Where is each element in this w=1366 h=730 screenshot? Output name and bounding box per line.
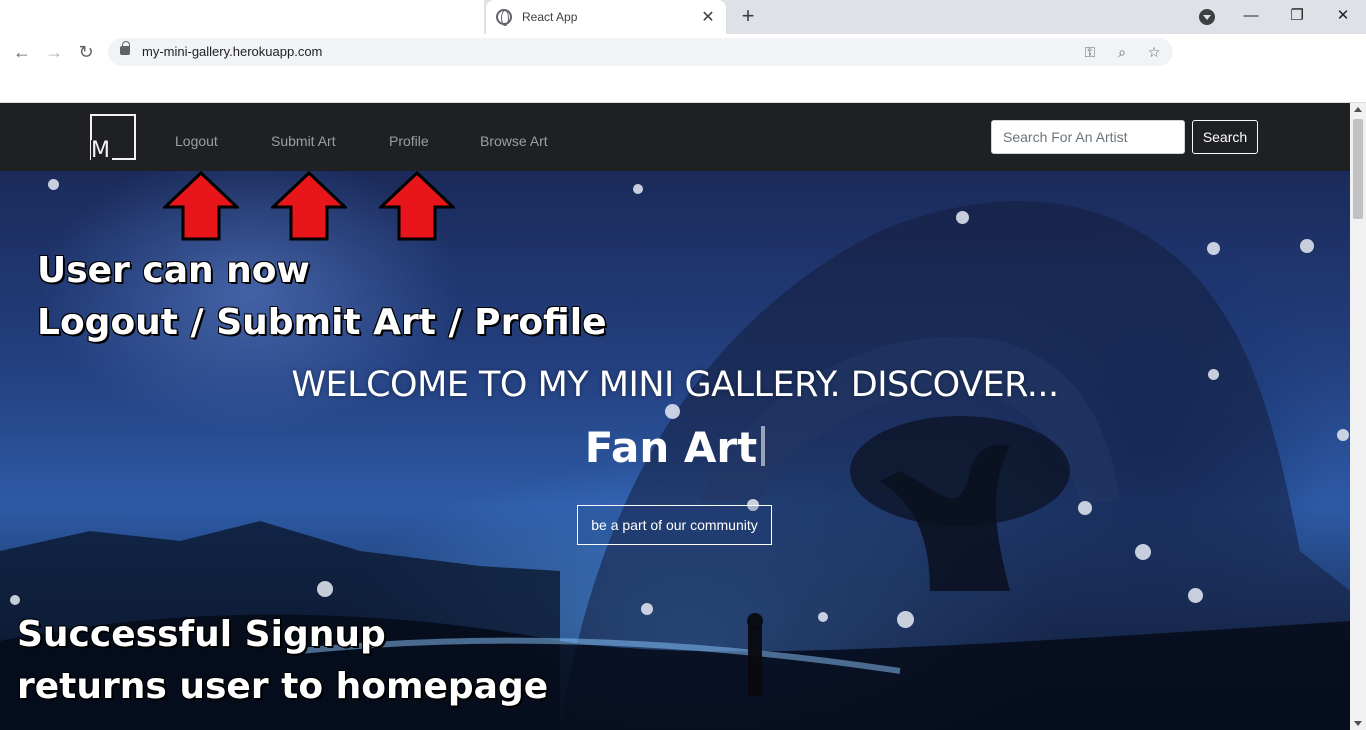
- tab-title: React App: [522, 10, 578, 24]
- snow-dot: [956, 211, 969, 224]
- snow-dot: [1135, 544, 1151, 560]
- snow-dot: [1207, 242, 1220, 255]
- community-cta-button[interactable]: be a part of our community: [577, 505, 772, 545]
- nav-logout-link[interactable]: Logout: [175, 133, 218, 149]
- arrow-up-icon: [163, 171, 239, 241]
- profile-dropdown-icon[interactable]: [1199, 9, 1215, 25]
- snow-dot: [1188, 588, 1203, 603]
- page-viewport: M Logout Submit Art Profile Browse Art S…: [0, 103, 1350, 730]
- reload-button[interactable]: ↻: [74, 40, 98, 64]
- annotation-bottom: Successful Signup returns user to homepa…: [17, 609, 548, 713]
- site-navbar: M Logout Submit Art Profile Browse Art S…: [0, 103, 1350, 171]
- zoom-icon[interactable]: ⌕: [1112, 42, 1132, 62]
- annotation-bottom-line1: Successful Signup: [17, 614, 386, 655]
- page-scrollbar[interactable]: [1350, 103, 1366, 730]
- window-minimize-button[interactable]: —: [1228, 4, 1274, 28]
- new-tab-button[interactable]: +: [736, 4, 760, 28]
- toolbar-spacer: [0, 70, 1366, 103]
- typed-headline: Fan Art: [0, 423, 1350, 472]
- scrollbar-thumb[interactable]: [1353, 119, 1363, 219]
- annotation-top: User can now Logout / Submit Art / Profi…: [37, 245, 607, 349]
- snow-dot: [633, 184, 643, 194]
- url-text[interactable]: my-mini-gallery.herokuapp.com: [142, 44, 322, 59]
- typing-cursor: [761, 426, 766, 466]
- scroll-down-icon[interactable]: [1354, 721, 1362, 726]
- address-bar[interactable]: my-mini-gallery.herokuapp.com ⚿ ⌕ ☆: [108, 38, 1173, 66]
- browser-tabstrip: React App ✕ + — ❐ ✕: [0, 0, 1366, 34]
- welcome-heading: WELCOME TO MY MINI GALLERY. DISCOVER...: [291, 365, 1059, 405]
- snow-dot: [897, 611, 914, 628]
- annotation-top-line1: User can now: [37, 250, 310, 291]
- snow-dot: [665, 404, 680, 419]
- key-icon[interactable]: ⚿: [1080, 42, 1100, 62]
- nav-profile-link[interactable]: Profile: [389, 133, 429, 149]
- back-button[interactable]: ←: [10, 40, 34, 64]
- snow-dot: [317, 581, 333, 597]
- snow-dot: [48, 179, 59, 190]
- annotation-bottom-line2: returns user to homepage: [17, 666, 549, 707]
- browser-tab[interactable]: React App ✕: [486, 0, 726, 34]
- logo-letter: M: [91, 138, 112, 163]
- browser-toolbar: ← → ↻ my-mini-gallery.herokuapp.com ⚿ ⌕ …: [0, 34, 1366, 70]
- arrow-up-icon: [271, 171, 347, 241]
- tabstrip-blank: [0, 0, 484, 34]
- forward-button[interactable]: →: [42, 40, 66, 64]
- tab-close-icon[interactable]: ✕: [700, 7, 716, 27]
- arrow-up-icon: [379, 171, 455, 241]
- hero-section: User can now Logout / Submit Art / Profi…: [0, 171, 1350, 730]
- snow-dot: [1078, 501, 1092, 515]
- window-maximize-button[interactable]: ❐: [1274, 4, 1320, 28]
- typed-word: Fan Art: [584, 423, 758, 472]
- nav-submit-art-link[interactable]: Submit Art: [271, 133, 336, 149]
- annotation-top-line2: Logout / Submit Art / Profile: [37, 302, 607, 343]
- artist-search-input[interactable]: Search For An Artist: [991, 120, 1185, 154]
- snow-dot: [641, 603, 653, 615]
- lock-icon[interactable]: [120, 41, 130, 55]
- snow-dot: [10, 595, 20, 605]
- search-button[interactable]: Search: [1192, 120, 1258, 154]
- site-logo[interactable]: M: [90, 114, 136, 163]
- globe-icon: [496, 9, 512, 26]
- bookmark-star-icon[interactable]: ☆: [1144, 42, 1164, 62]
- snow-dot: [818, 612, 828, 622]
- nav-browse-art-link[interactable]: Browse Art: [480, 133, 548, 149]
- scroll-up-icon[interactable]: [1354, 107, 1362, 112]
- window-close-button[interactable]: ✕: [1320, 4, 1366, 28]
- snow-dot: [1300, 239, 1314, 253]
